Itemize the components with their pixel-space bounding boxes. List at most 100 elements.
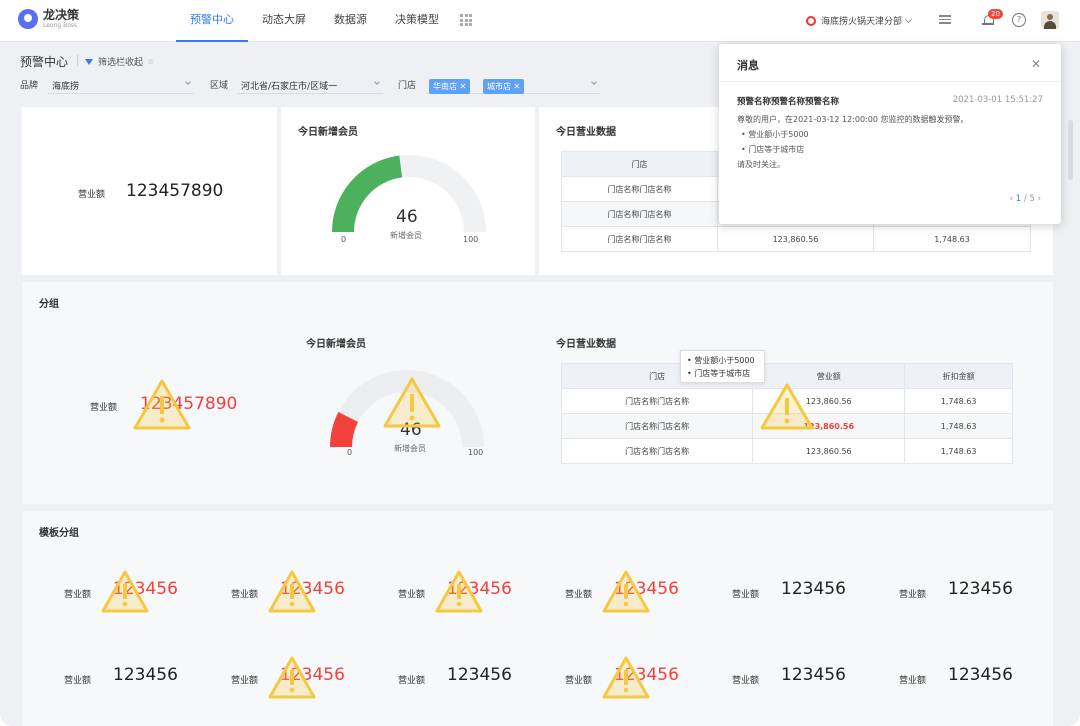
main-nav: 预警中心 动态大屏 数据源 决策模型 bbox=[176, 0, 453, 42]
page-current: 1 bbox=[1015, 194, 1022, 204]
store-tag-label: 城市店 bbox=[487, 82, 511, 91]
message-pager: ‹ 1 / 5 › bbox=[1010, 194, 1041, 204]
region-select[interactable]: 河北省/石家庄市/区域一 bbox=[237, 76, 383, 94]
template-tile: 营业额 123456 bbox=[40, 549, 203, 631]
help-icon[interactable]: ? bbox=[1012, 13, 1026, 27]
divider bbox=[77, 55, 78, 66]
template-tile: 营业额 123456 bbox=[207, 635, 370, 717]
template-tile: 营业额 123456 bbox=[708, 635, 871, 717]
template-section: 模板分组 营业额 123456 营业额 123456 营业额 123456 营业额 12345… bbox=[22, 511, 1053, 726]
tooltip-item: • 门店等于城市店 bbox=[687, 369, 751, 378]
tab-decision-model[interactable]: 决策模型 bbox=[381, 0, 453, 42]
new-members-card: 今日新增会员 46 新增会员 0 100 bbox=[281, 107, 535, 275]
warning-icon bbox=[268, 570, 316, 613]
table-cell: 门店名称门店名称 bbox=[560, 438, 754, 464]
tile-label: 营业额 bbox=[64, 590, 92, 600]
revenue-value: 123457890 bbox=[126, 181, 224, 201]
close-icon[interactable]: ✕ bbox=[514, 82, 521, 91]
revenue-label: 营业额 bbox=[78, 190, 106, 200]
gauge-fill bbox=[332, 155, 403, 233]
template-tile: 营业额 123456 bbox=[40, 635, 203, 717]
tile-label: 营业额 bbox=[732, 676, 760, 686]
brand-select[interactable]: 海底捞 bbox=[48, 76, 194, 94]
gauge-fill bbox=[329, 412, 359, 448]
section-title: 分组 bbox=[39, 299, 59, 310]
brand-select-value: 海底捞 bbox=[52, 82, 80, 92]
tile-label: 营业额 bbox=[398, 676, 426, 686]
brand-sub: Leong Boss bbox=[43, 22, 78, 29]
chevron-down-icon bbox=[904, 15, 913, 23]
table-header: 折扣金额 bbox=[904, 363, 1013, 389]
chevron-left-icon[interactable]: ‹ bbox=[1010, 194, 1013, 204]
message-item: • 营业额小于5000 bbox=[741, 130, 809, 139]
warning-icon bbox=[602, 656, 650, 699]
gauge-min: 0 bbox=[347, 448, 353, 457]
gauge-max: 100 bbox=[463, 235, 479, 244]
tooltip-item: • 营业额小于5000 bbox=[687, 356, 755, 365]
store-tag-label: 华南店 bbox=[433, 82, 457, 91]
table-cell: 1,748.63 bbox=[904, 413, 1013, 439]
tab-datasource[interactable]: 数据源 bbox=[320, 0, 381, 42]
table-cell: 123,860.56 bbox=[752, 438, 906, 464]
table-cell: 门店名称门店名称 bbox=[561, 176, 718, 202]
gauge-max: 100 bbox=[468, 448, 484, 457]
table-cell: 门店名称门店名称 bbox=[560, 388, 754, 414]
template-tile: 营业额 123456 bbox=[541, 635, 704, 717]
table-row: 门店名称门店名称 123,860.56 1,748.63 bbox=[560, 438, 1013, 464]
store-tag[interactable]: 城市店 ✕ bbox=[483, 79, 525, 94]
revenue-label: 营业额 bbox=[90, 403, 118, 413]
store-name: 海底捞火锅天津分部 bbox=[821, 17, 903, 27]
apps-grid-icon[interactable] bbox=[460, 14, 472, 26]
tile-value: 123456 bbox=[948, 579, 1013, 599]
tab-alert-center[interactable]: 预警中心 bbox=[176, 0, 248, 42]
tile-label: 营业额 bbox=[565, 676, 593, 686]
logo[interactable]: 龙决策 Leong Boss bbox=[18, 9, 79, 29]
table-cell: 123,860.56 bbox=[717, 226, 874, 252]
chevron-down-icon bbox=[185, 79, 191, 85]
warning-icon bbox=[101, 570, 149, 613]
brand-name: 龙决策 bbox=[43, 8, 80, 22]
message-item: • 门店等于城市店 bbox=[741, 145, 805, 154]
star-icon[interactable]: ☆ bbox=[147, 57, 154, 66]
message-panel: 消息 ✕ 预警名称预警名称预警名称 2021-03-01 15:51:27 尊敬… bbox=[719, 44, 1061, 224]
top-bar: 龙决策 Leong Boss 预警中心 动态大屏 数据源 决策模型 海底捞火锅天… bbox=[0, 0, 1080, 42]
card-title: 今日营业数据 bbox=[556, 339, 616, 350]
warning-icon bbox=[133, 379, 191, 430]
menu-icon[interactable] bbox=[938, 13, 952, 27]
chevron-down-icon bbox=[374, 79, 380, 85]
tile-label: 营业额 bbox=[64, 676, 92, 686]
warning-icon bbox=[383, 377, 441, 428]
scrollbar[interactable] bbox=[1068, 120, 1073, 180]
message-title: 预警名称预警名称预警名称 bbox=[737, 97, 840, 107]
tile-value: 123456 bbox=[781, 579, 846, 599]
group-section: 分组 营业额 123457890 今日新增会员 46 新增会员 0 100 今日… bbox=[22, 282, 1053, 504]
gauge-sub: 新增会员 bbox=[390, 231, 422, 240]
card-title: 今日营业数据 bbox=[556, 127, 616, 138]
store-switcher[interactable]: 海底捞火锅天津分部 bbox=[806, 14, 913, 27]
warning-icon bbox=[760, 383, 814, 430]
card-title: 今日新增会员 bbox=[306, 339, 366, 350]
filter-toggle-button[interactable]: 筛选栏收起 ☆ bbox=[85, 55, 154, 68]
template-tile: 营业额 123456 bbox=[708, 549, 871, 631]
chevron-right-icon[interactable]: › bbox=[1038, 194, 1041, 204]
tile-label: 营业额 bbox=[565, 590, 593, 600]
table-cell: 1,748.63 bbox=[873, 226, 1031, 252]
card-title: 今日新增会员 bbox=[298, 127, 358, 138]
tile-value: 123456 bbox=[113, 665, 178, 685]
message-body: 尊敬的用户，在2021-03-12 12:00:00 您监控的数据触发预警。 •… bbox=[737, 112, 969, 172]
warning-tooltip: • 营业额小于5000 • 门店等于城市店 bbox=[680, 350, 765, 383]
tile-value: 123456 bbox=[447, 665, 512, 685]
filter-icon bbox=[85, 58, 93, 65]
message-time: 2021-03-01 15:51:27 bbox=[952, 95, 1043, 105]
tab-dashboard[interactable]: 动态大屏 bbox=[248, 0, 320, 42]
table-header: 门店 bbox=[561, 151, 718, 177]
table-cell: 门店名称门店名称 bbox=[561, 226, 718, 252]
store-tag[interactable]: 华南店 ✕ bbox=[429, 79, 471, 94]
close-icon[interactable]: ✕ bbox=[1031, 57, 1041, 71]
tile-value: 123456 bbox=[781, 665, 846, 685]
gauge-min: 0 bbox=[341, 235, 347, 244]
logo-icon bbox=[18, 9, 38, 29]
avatar[interactable] bbox=[1041, 11, 1059, 29]
close-icon[interactable]: ✕ bbox=[460, 82, 467, 91]
table-row: 门店名称门店名称 123,860.56 1,748.63 bbox=[561, 226, 1031, 252]
